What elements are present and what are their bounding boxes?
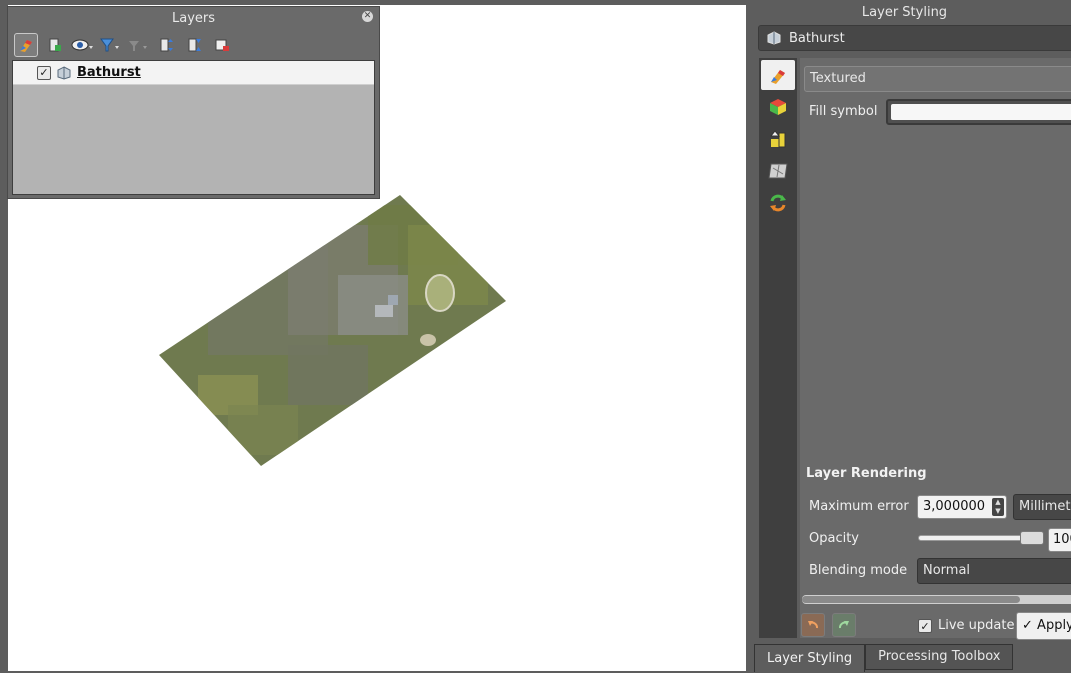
filter-expression-icon (126, 33, 150, 57)
renderer-type-combo[interactable]: Textured (804, 66, 1071, 92)
layer-visibility-checkbox[interactable]: ✓ (37, 65, 51, 80)
fill-symbol-label: Fill symbol (809, 104, 878, 119)
layer-row-bathurst[interactable]: ✓ Bathurst (13, 61, 374, 85)
apply-label: Apply (1037, 618, 1071, 633)
open-styling-icon[interactable] (14, 33, 38, 57)
filter-legend-icon[interactable] (98, 33, 122, 57)
tab-elevation-icon[interactable] (761, 124, 795, 154)
unit-combo[interactable]: Millimeters (1013, 494, 1071, 520)
tab-history-icon[interactable] (761, 188, 795, 218)
maximum-error-label: Maximum error (809, 499, 909, 514)
styling-side-tabs (759, 58, 797, 638)
layers-toolbar (14, 33, 234, 57)
opacity-spinbox[interactable]: 100 (1048, 528, 1071, 552)
tab-layer-styling[interactable]: Layer Styling (754, 644, 866, 672)
fill-symbol-preview (891, 104, 1071, 120)
layers-panel-title: Layers (171, 11, 216, 26)
layer-name: Bathurst (77, 65, 141, 80)
opacity-label: Opacity (809, 531, 860, 546)
dock-title: Layer Styling (861, 5, 948, 20)
check-icon: ✓ (1022, 618, 1033, 633)
collapse-all-icon[interactable] (182, 33, 206, 57)
tab-symbology-icon[interactable] (761, 60, 795, 90)
blending-mode-combo[interactable]: Normal (917, 558, 1071, 584)
maximum-error-value: 3,000000 (923, 499, 986, 514)
mesh-layer-icon (767, 31, 781, 45)
layer-rendering-title: Layer Rendering (806, 466, 927, 481)
expand-all-icon[interactable] (154, 33, 178, 57)
layer-tree[interactable]: ✓ Bathurst (12, 60, 375, 195)
layers-panel: Layers ✕ ✓ Bathurst (7, 6, 380, 199)
layer-selector[interactable]: Bathurst (758, 25, 1071, 51)
apply-button[interactable]: ✓ Apply (1016, 612, 1071, 640)
redo-icon[interactable] (832, 613, 856, 637)
close-icon[interactable]: ✕ (362, 11, 373, 22)
fill-symbol-button[interactable] (886, 99, 1071, 125)
spin-arrows-icon[interactable]: ▲ ▼ (992, 498, 1004, 516)
add-group-icon[interactable] (42, 33, 66, 57)
layer-selector-value: Bathurst (789, 30, 845, 46)
blending-mode-label: Blending mode (809, 563, 908, 578)
symbology-content: Textured Fill symbol Layer Rendering Max… (800, 58, 1071, 638)
live-update-label: Live update (938, 618, 1015, 633)
scrollbar-thumb[interactable] (802, 596, 1020, 603)
bottom-tab-bar: Layer Styling Processing Toolbox (754, 644, 1014, 672)
tab-rendering-icon[interactable] (761, 156, 795, 186)
maximum-error-spinbox[interactable]: 3,000000 ▲ ▼ (917, 495, 1007, 519)
live-update-checkbox[interactable]: ✓ (918, 619, 932, 633)
tab-processing-toolbox[interactable]: Processing Toolbox (865, 644, 1014, 670)
layer-styling-dock: Layer Styling Bathurst Textured Fill sym… (752, 0, 1071, 672)
opacity-slider-handle[interactable] (1020, 531, 1044, 545)
mesh-layer-icon (57, 65, 71, 80)
remove-layer-icon[interactable] (210, 33, 234, 57)
undo-icon[interactable] (801, 613, 825, 637)
visibility-eye-icon[interactable] (70, 33, 94, 57)
tab-3d-view-icon[interactable] (761, 92, 795, 122)
